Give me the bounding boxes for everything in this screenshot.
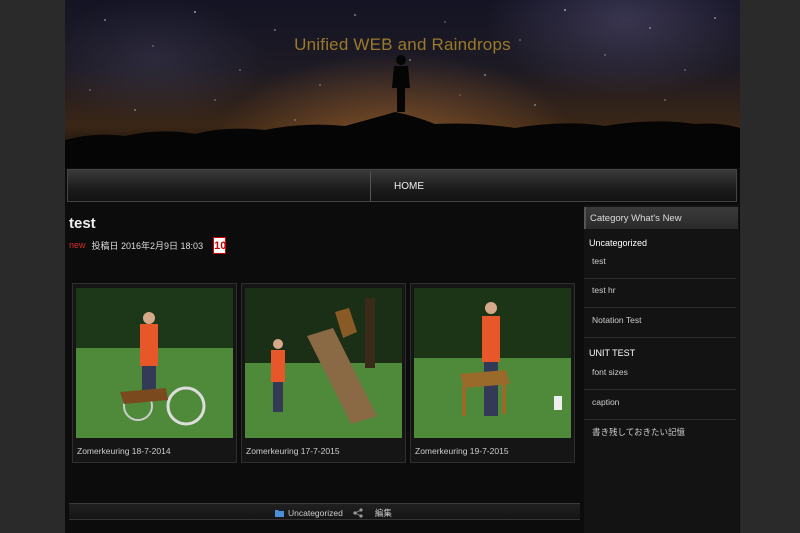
page-wrapper: Unified WEB and Raindrops HOME test new … xyxy=(65,0,740,533)
share-icon[interactable] xyxy=(353,508,363,518)
photo-thumbnail xyxy=(76,288,233,438)
gallery-item[interactable]: Zomerkeuring 19-7-2015 xyxy=(410,283,575,463)
gallery-item[interactable]: Zomerkeuring 17-7-2015 xyxy=(241,283,406,463)
post-meta: new 投稿日 2016年2月9日 18:03 10 xyxy=(69,236,226,254)
sidebar-category-title[interactable]: Uncategorized xyxy=(589,238,647,248)
sidebar-category-title[interactable]: UNIT TEST xyxy=(589,348,635,358)
header-banner: Unified WEB and Raindrops xyxy=(65,0,740,168)
sidebar-item[interactable]: caption xyxy=(584,391,736,420)
sidebar-item[interactable]: test hr xyxy=(584,279,736,308)
photo-thumbnail xyxy=(414,288,571,438)
photo-thumbnail xyxy=(245,288,402,438)
sidebar: Category What's New Uncategorized test t… xyxy=(584,205,739,533)
gallery-caption: Zomerkeuring 19-7-2015 xyxy=(415,446,509,456)
post-footer-links: Uncategorized 編集 xyxy=(275,507,392,519)
sidebar-item[interactable]: test xyxy=(584,250,736,279)
sidebar-item[interactable]: 書き残しておきたい記憶 xyxy=(584,420,736,449)
site-title[interactable]: Unified WEB and Raindrops xyxy=(65,35,740,55)
post-date: 投稿日 2016年2月9日 18:03 xyxy=(91,240,204,251)
comment-count-badge[interactable]: 10 xyxy=(213,236,226,254)
gallery-caption: Zomerkeuring 18-7-2014 xyxy=(77,446,171,456)
category-link[interactable]: Uncategorized xyxy=(288,508,343,518)
nav-divider xyxy=(370,172,371,201)
post-title[interactable]: test xyxy=(69,215,96,232)
new-badge: new xyxy=(69,240,86,250)
gallery-caption: Zomerkeuring 17-7-2015 xyxy=(246,446,340,456)
gallery-item[interactable]: Zomerkeuring 18-7-2014 xyxy=(72,283,237,463)
main-navigation: HOME xyxy=(67,169,737,202)
sidebar-item[interactable]: Notation Test xyxy=(584,309,736,338)
post-footer: Uncategorized 編集 xyxy=(69,503,580,520)
nav-home-link[interactable]: HOME xyxy=(394,181,424,192)
folder-icon xyxy=(275,510,284,517)
sidebar-item[interactable]: font sizes xyxy=(584,361,736,390)
sidebar-heading: Category What's New xyxy=(584,207,738,229)
night-sky-illustration xyxy=(65,9,740,168)
edit-link[interactable]: 編集 xyxy=(375,507,392,519)
